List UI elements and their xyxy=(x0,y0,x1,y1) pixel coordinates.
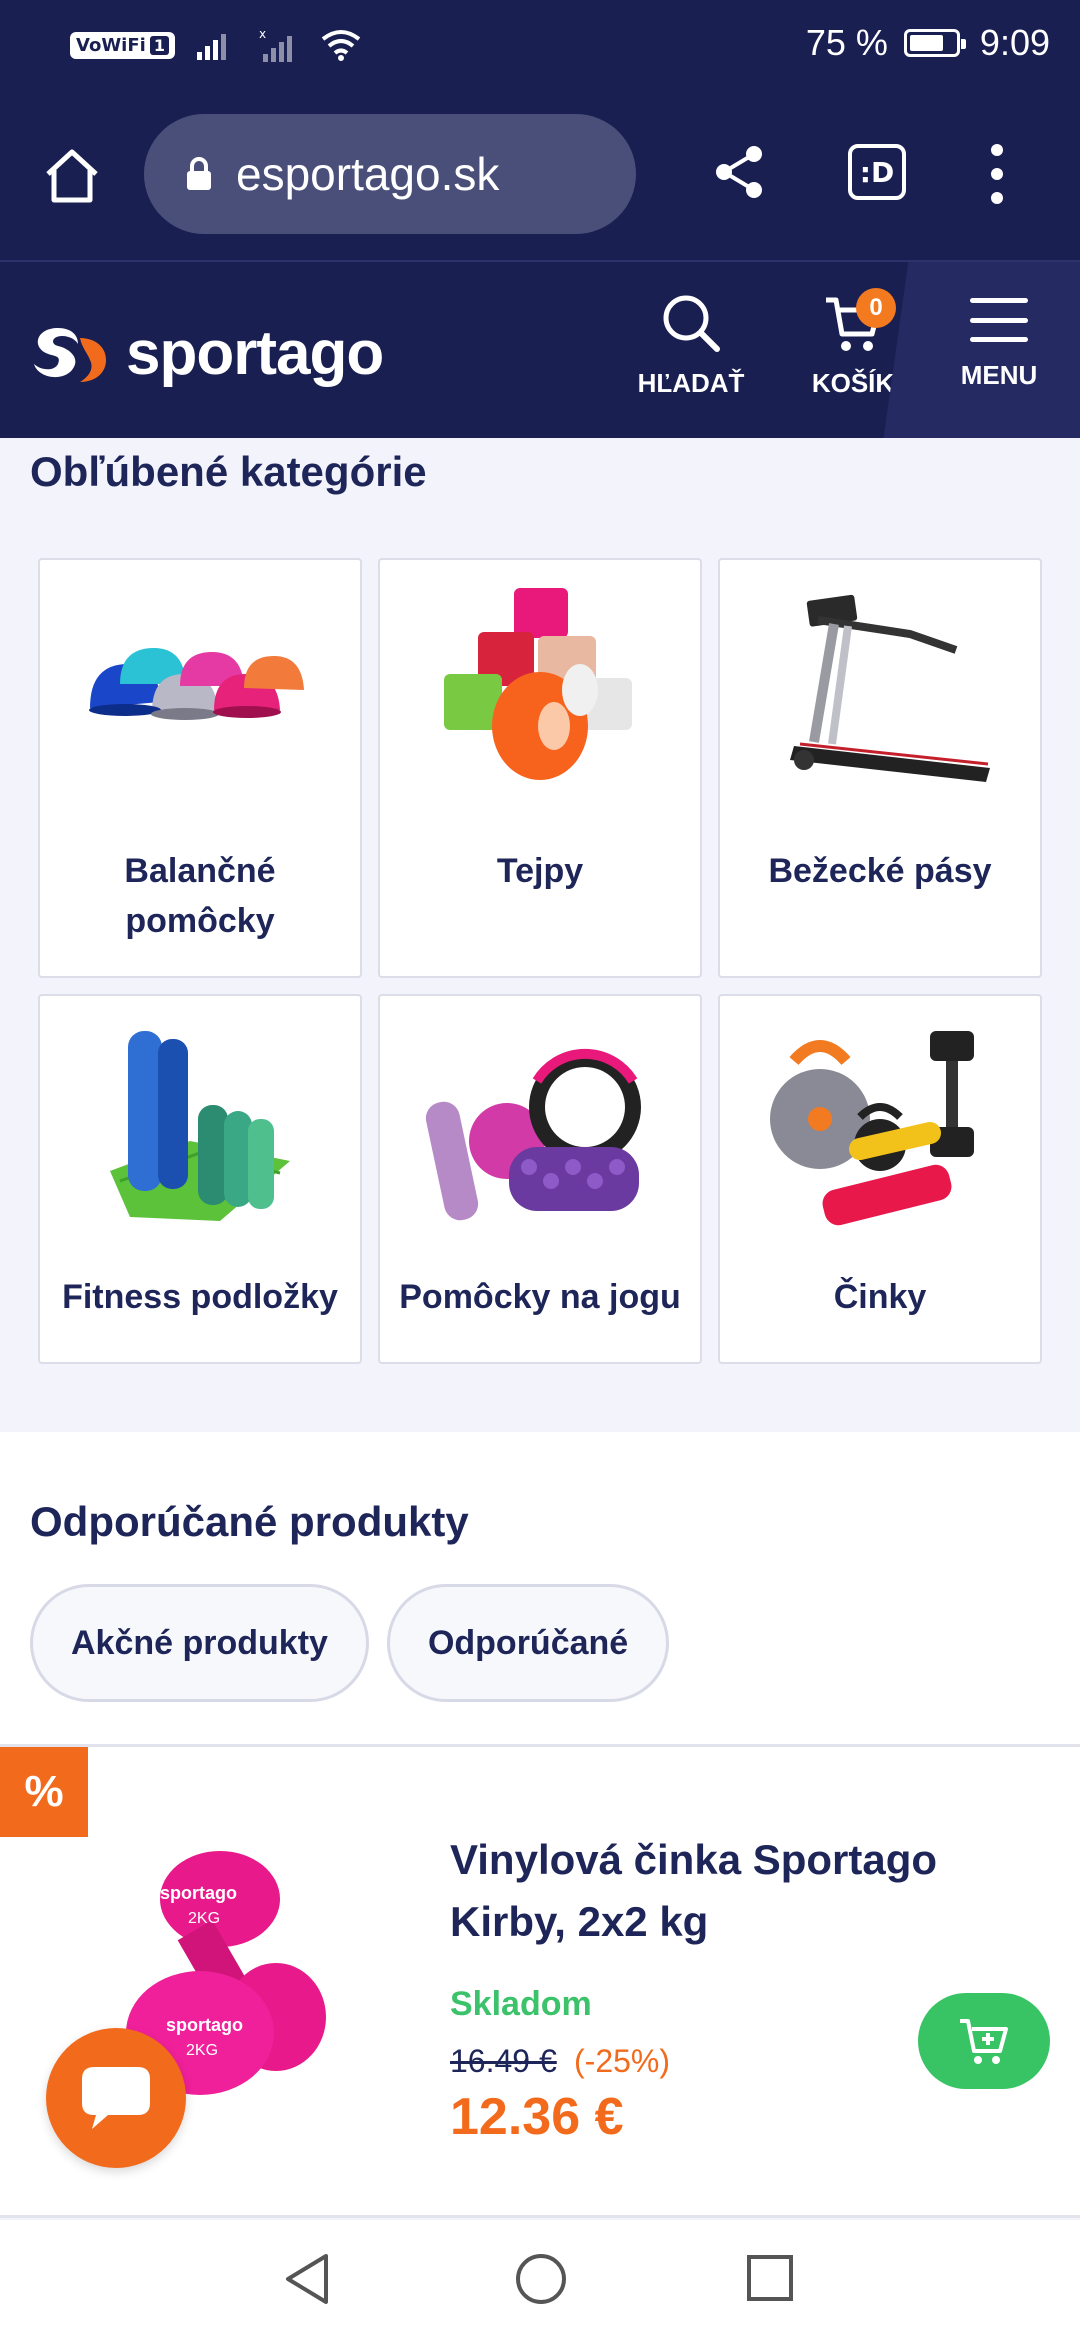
clock: 9:09 xyxy=(979,22,1050,63)
svg-text:x: x xyxy=(259,28,266,41)
dumbbell-brand-text: sportago xyxy=(160,1883,237,1903)
discount-percent: (-25%) xyxy=(574,2043,671,2079)
search-label: HĽADAŤ xyxy=(637,368,745,398)
dumbbell-weight-text-2: 2KG xyxy=(186,2042,218,2059)
category-label: Bežecké pásy xyxy=(768,852,992,890)
fitness-mats-image xyxy=(110,1031,290,1221)
category-card-balance[interactable]: Balančné pomôcky xyxy=(38,558,362,978)
category-label: Tejpy xyxy=(496,852,584,890)
signal-icon xyxy=(196,34,226,60)
category-card-tapes[interactable]: Tejpy xyxy=(378,558,702,978)
chat-bubble-icon xyxy=(82,2067,150,2129)
share-icon[interactable] xyxy=(710,142,770,202)
site-header: sportago HĽADAŤ 0 KOŠÍK MENU xyxy=(0,260,1080,438)
product-name[interactable]: Vinylová činka Sportago Kirby, 2x2 kg xyxy=(450,1829,1010,1953)
chat-button[interactable] xyxy=(46,2028,186,2168)
category-card-yoga[interactable]: Pomôcky na jogu xyxy=(378,994,702,1364)
stock-status: Skladom xyxy=(450,1985,592,2023)
address-bar[interactable]: esportago.sk xyxy=(144,114,636,234)
battery-text: 75 % xyxy=(805,22,888,63)
balance-domes-image xyxy=(89,648,304,720)
home-nav-icon[interactable] xyxy=(514,2252,568,2306)
categories-title: Obľúbené kategórie xyxy=(30,448,427,495)
category-label: Pomôcky na jogu xyxy=(399,1278,681,1316)
current-price: 12.36 € xyxy=(450,2088,624,2146)
status-bar: VoWiFi 1 x 75 % 9:09 xyxy=(0,0,1080,92)
menu-button[interactable]: MENU xyxy=(918,262,1080,438)
lock-icon xyxy=(187,157,211,190)
vowifi-icon: VoWiFi 1 xyxy=(70,31,175,59)
search-icon xyxy=(663,295,720,352)
search-button[interactable]: HĽADAŤ xyxy=(626,292,756,399)
old-price: 16.49 € xyxy=(450,2043,557,2079)
sportago-logo-icon xyxy=(34,327,106,382)
wifi-icon xyxy=(321,30,361,61)
more-menu-icon[interactable] xyxy=(982,144,1012,204)
url-text[interactable]: esportago.sk xyxy=(236,147,499,201)
home-icon[interactable] xyxy=(40,144,104,208)
dumbbell-weight-text: 2KG xyxy=(188,1910,220,1927)
yoga-accessories-image xyxy=(425,1048,641,1221)
battery-icon xyxy=(903,29,966,57)
kinesio-tapes-image xyxy=(444,588,632,780)
category-label: Balančné pomôcky xyxy=(124,852,276,940)
category-label: Fitness podložky xyxy=(62,1278,338,1316)
cart-label: KOŠÍK xyxy=(811,368,895,398)
dumbbells-image xyxy=(770,1031,974,1226)
add-to-cart-button[interactable] xyxy=(918,1993,1050,2089)
category-label: Činky xyxy=(833,1278,927,1316)
signal-2-icon: x xyxy=(259,28,292,62)
recommended-title: Odporúčané produkty xyxy=(30,1498,469,1545)
tab-recommended[interactable]: Odporúčané xyxy=(386,1584,670,1702)
category-card-dumbbells[interactable]: Činky xyxy=(718,994,1042,1364)
menu-label: MENU xyxy=(960,360,1038,390)
treadmill-image xyxy=(790,594,990,782)
sportago-logo[interactable]: sportago xyxy=(28,318,384,389)
tabs-button[interactable]: :D xyxy=(848,144,906,200)
category-card-mats[interactable]: Fitness podložky xyxy=(38,994,362,1364)
dumbbell-brand-text-2: sportago xyxy=(166,2015,243,2035)
add-cart-icon xyxy=(960,2019,1008,2064)
cart-count-badge: 0 xyxy=(856,288,896,328)
browser-toolbar: esportago.sk :D xyxy=(0,92,1080,260)
hamburger-icon xyxy=(970,298,1028,342)
recent-apps-icon[interactable] xyxy=(746,2254,794,2302)
back-icon[interactable] xyxy=(282,2252,332,2306)
recommended-section: Odporúčané produkty Akčné produkty Odpor… xyxy=(0,1432,1080,1744)
category-card-treadmills[interactable]: Bežecké pásy xyxy=(718,558,1042,978)
popular-categories: Obľúbené kategórie Balančné pomôcky Tejp… xyxy=(0,438,1080,1432)
system-nav-bar xyxy=(0,2220,1080,2340)
logo-text: sportago xyxy=(126,319,384,388)
discount-badge: % xyxy=(0,1747,88,1837)
tab-sale-products[interactable]: Akčné produkty xyxy=(30,1584,369,1702)
